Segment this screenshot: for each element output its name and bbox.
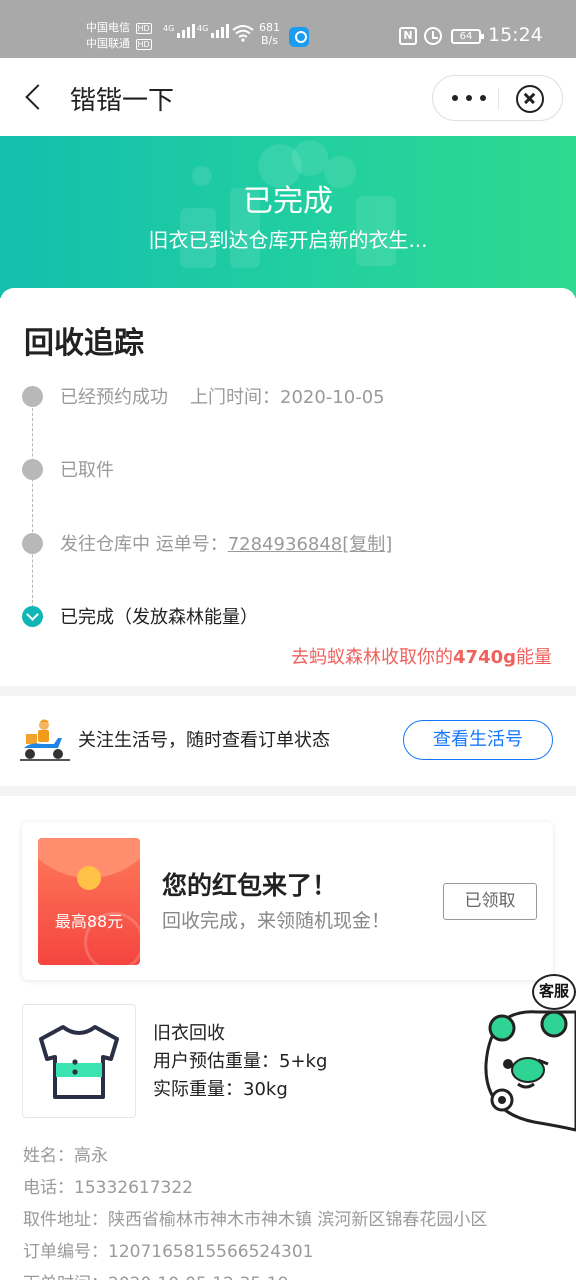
- divider: [498, 88, 499, 110]
- order-info: 姓名：高永 电话：15332617322 取件地址：陕西省榆林市神木市神木镇 滨…: [23, 1140, 487, 1280]
- signal-icon: 4G: [197, 24, 230, 38]
- miniapp-capsule: [432, 75, 563, 121]
- customer-phone: 电话：15332617322: [23, 1178, 193, 1198]
- carrier-2: 中国联通: [86, 37, 130, 50]
- actual-weight: 实际重量：30kg: [153, 1079, 288, 1100]
- status-title: 已完成: [243, 184, 333, 219]
- section-divider: [0, 786, 576, 796]
- follow-prompt: 关注生活号，随时查看订单状态: [78, 730, 330, 751]
- customer-service-button[interactable]: 客服: [478, 972, 576, 1142]
- copy-link[interactable]: [复制]: [342, 534, 392, 555]
- status-message: 旧衣已到达仓库开启新的衣生...: [148, 228, 428, 252]
- tracking-title: 回收追踪: [24, 326, 144, 361]
- more-icon[interactable]: [452, 90, 486, 106]
- follow-life-account-bar: 关注生活号，随时查看订单状态 查看生活号: [0, 696, 576, 786]
- check-circle-icon: [22, 606, 43, 627]
- hd-badge: HD: [135, 22, 152, 34]
- timeline-line: [32, 398, 33, 618]
- item-thumbnail: [22, 1004, 136, 1118]
- recycle-tracking-card: 回收追踪 已经预约成功 上门时间：2020-10-05 已取件 发往仓库中 运单号…: [0, 288, 576, 686]
- close-icon[interactable]: [516, 85, 544, 113]
- customer-service-label: 客服: [532, 974, 576, 1010]
- customer-name: 姓名：高永: [23, 1146, 108, 1166]
- timeline-dot-icon: [22, 459, 43, 480]
- lightbulb-icon: [289, 27, 309, 47]
- wifi-icon: [232, 25, 254, 42]
- clock: 15:24: [488, 24, 543, 46]
- alarm-icon: [424, 27, 442, 45]
- red-packet-subtitle: 回收完成，来领随机现金！: [162, 910, 391, 932]
- back-arrow-icon[interactable]: [24, 84, 44, 110]
- item-name: 旧衣回收: [153, 1023, 225, 1044]
- view-life-account-button[interactable]: 查看生活号: [403, 720, 553, 760]
- tracking-number: 7284936848: [227, 534, 343, 555]
- section-divider: [0, 686, 576, 696]
- timeline-dot-icon: [22, 386, 43, 407]
- claimed-button[interactable]: 已领取: [443, 883, 537, 920]
- item-details: 旧衣回收 用户预估重量：5+kg 实际重量：30kg: [153, 1020, 327, 1104]
- page-title: 锴锴一下: [70, 86, 175, 116]
- order-number: 订单编号：1207165815566524301: [23, 1242, 314, 1262]
- nav-bar: 锴锴一下: [0, 58, 576, 136]
- carrier-1: 中国电信: [86, 21, 130, 34]
- status-banner: 已完成 旧衣已到达仓库开启新的衣生...: [0, 136, 576, 298]
- red-packet-amount: 最高88元: [54, 912, 124, 931]
- pickup-address: 取件地址：陕西省榆林市神木市神木镇 滨河新区锦春花园小区: [23, 1210, 488, 1230]
- timeline-dot-icon: [22, 533, 43, 554]
- nfc-icon: N: [399, 27, 417, 45]
- hd-badge: HD: [135, 38, 152, 50]
- order-time: 下单时间：2020-10-05 12:35:19: [23, 1268, 487, 1280]
- red-envelope-image: 最高88元: [38, 838, 140, 965]
- status-bar: 中国电信 HD 中国联通 HD 4G 4G 681 B/s N 64 15:24: [0, 0, 576, 58]
- network-speed: 681 B/s: [259, 21, 280, 47]
- estimated-weight: 用户预估重量：5+kg: [153, 1051, 328, 1072]
- tshirt-icon: [39, 1025, 119, 1099]
- delivery-scooter-icon: [20, 719, 70, 761]
- red-packet-card: 最高88元 您的红包来了！ 回收完成，来领随机现金！ 已领取: [22, 822, 553, 980]
- forest-energy-link[interactable]: 去蚂蚁森林收取你的4740g能量: [291, 643, 552, 669]
- signal-icon: 4G: [163, 24, 196, 38]
- coin-icon: [77, 866, 101, 890]
- red-packet-title: 您的红包来了！: [162, 871, 338, 900]
- battery-icon: 64: [451, 29, 484, 44]
- carrier-info: 中国电信 HD 中国联通 HD: [86, 20, 152, 52]
